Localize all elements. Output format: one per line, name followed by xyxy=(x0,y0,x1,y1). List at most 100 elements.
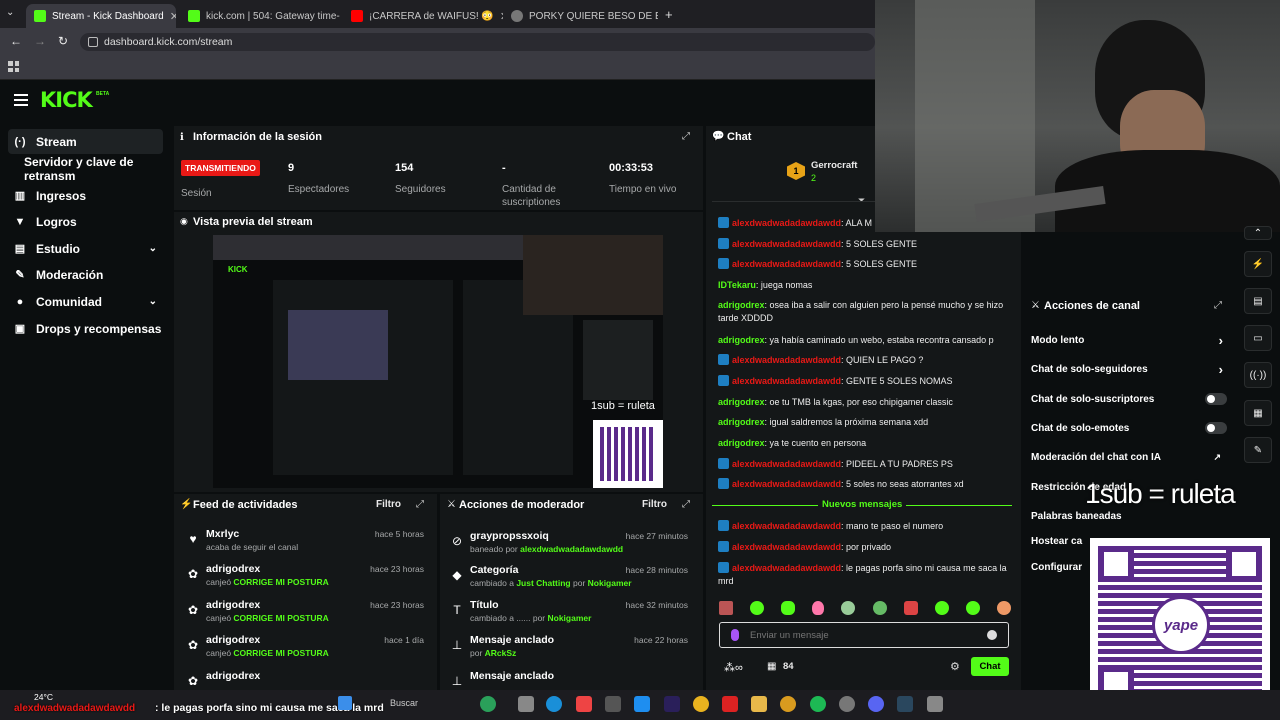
rail-button[interactable]: ⌃ xyxy=(1244,226,1272,240)
emoji-picker-icon[interactable] xyxy=(987,630,997,640)
back-icon[interactable]: ← xyxy=(10,34,22,48)
chat-username[interactable]: alexdwadwadadawdawdd xyxy=(732,459,841,469)
chat-username[interactable]: adrigodrex xyxy=(718,397,765,407)
emote-icon[interactable] xyxy=(965,601,980,615)
sidebar-item-drops[interactable]: ▣ Drops y recompensas xyxy=(8,316,178,341)
sidebar-item-comunidad[interactable]: ● Comunidad ⌄ xyxy=(8,289,163,314)
popout-icon[interactable]: ⤢ xyxy=(682,131,690,142)
sidebar-item-moderacion[interactable]: ✎ Moderación xyxy=(8,262,163,287)
emote-icon[interactable] xyxy=(996,601,1011,615)
emote-icon[interactable] xyxy=(903,601,918,615)
chat-username[interactable]: adrigodrex xyxy=(718,438,765,448)
menu-icon[interactable] xyxy=(14,94,28,106)
new-tab-button[interactable]: + xyxy=(665,7,673,22)
sidebar-item-logros[interactable]: ▼ Logros xyxy=(8,209,163,234)
browser-tab-kick-error[interactable]: kick.com | 504: Gateway time-o ✕ xyxy=(180,4,340,28)
chat-username[interactable]: alexdwadwadadawdawdd xyxy=(732,376,841,386)
steam-icon[interactable] xyxy=(897,696,913,712)
followers-only-row[interactable]: Chat de solo-seguidores › xyxy=(1031,362,1231,377)
popout-icon[interactable]: ⤢ xyxy=(682,499,690,510)
sidebar-item-stream[interactable]: (·) Stream xyxy=(8,129,163,154)
chrome-icon[interactable] xyxy=(693,696,709,712)
emote-icon[interactable] xyxy=(750,601,765,615)
subscribers-only-toggle[interactable] xyxy=(1205,393,1227,405)
file-explorer-icon[interactable] xyxy=(751,696,767,712)
chat-username[interactable]: alexdwadwadadawdawdd xyxy=(732,479,841,489)
chevron-down-icon[interactable]: ⌄ xyxy=(149,243,157,254)
mod-desc-user[interactable]: ARckSz xyxy=(485,648,517,658)
banned-words-row[interactable]: Palabras baneadas xyxy=(1031,511,1231,522)
kick-logo[interactable]: KICK xyxy=(40,88,93,112)
wrench-icon[interactable]: ✎ xyxy=(1244,437,1272,463)
chat-username[interactable]: alexdwadwadadawdawdd xyxy=(732,218,841,228)
send-chat-button[interactable]: Chat xyxy=(971,657,1009,676)
emote-icon[interactable] xyxy=(841,601,856,615)
weather-widget[interactable]: 24°C xyxy=(34,692,53,702)
chat-username[interactable]: alexdwadwadadawdawdd xyxy=(732,239,841,249)
taskbar-app-icon[interactable] xyxy=(518,696,534,712)
mod-desc-user[interactable]: Nokigamer xyxy=(548,613,592,623)
chat-username[interactable]: alexdwadwadadawdawdd xyxy=(732,542,841,552)
feed-filter-button[interactable]: Filtro xyxy=(376,499,401,510)
ai-moderation-row[interactable]: Moderación del chat con IA ↗ xyxy=(1031,452,1231,463)
chat-username[interactable]: alexdwadwadadawdawdd xyxy=(732,355,841,365)
browser-tab-porky[interactable]: PORKY QUIERE BESO DE EM ✕ xyxy=(503,4,658,28)
gear-icon[interactable]: ⚙ xyxy=(950,660,960,673)
feed-user[interactable]: adrigodrex xyxy=(206,670,260,682)
chat-bubble-icon[interactable]: ▭ xyxy=(1244,325,1272,351)
feed-user[interactable]: adrigodrex xyxy=(206,563,260,575)
url-input[interactable]: dashboard.kick.com/stream xyxy=(80,33,875,51)
emote-icon[interactable] xyxy=(719,601,733,615)
chat-username[interactable]: IDTekaru xyxy=(718,280,756,290)
popout-icon[interactable]: ⤢ xyxy=(1214,300,1222,311)
emote-icon[interactable] xyxy=(812,601,825,615)
sidebar-item-server-key[interactable]: Servidor y clave de retransm xyxy=(18,155,178,183)
mod-filter-button[interactable]: Filtro xyxy=(642,499,667,510)
reload-icon[interactable]: ↻ xyxy=(58,34,68,48)
emote-icon[interactable] xyxy=(872,601,887,615)
windows-start-icon[interactable] xyxy=(338,696,352,710)
mic-icon[interactable] xyxy=(731,629,739,641)
mod-desc-user[interactable]: alexdwadwadadawdawdd xyxy=(520,544,623,554)
mod-actions-icon[interactable]: ▦ xyxy=(1244,400,1272,426)
taskbar-app-icon[interactable] xyxy=(722,696,738,712)
taskbar-app-icon[interactable] xyxy=(480,696,496,712)
chat-username[interactable]: alexdwadwadadawdawdd xyxy=(732,521,841,531)
vscode-icon[interactable] xyxy=(634,696,650,712)
bolt-icon[interactable]: ⚡ xyxy=(1244,251,1272,277)
slow-mode-row[interactable]: Modo lento › xyxy=(1031,333,1231,348)
chevron-down-icon[interactable]: ⌄ xyxy=(149,296,157,307)
taskbar-app-icon[interactable] xyxy=(576,696,592,712)
popout-icon[interactable]: ⤢ xyxy=(416,499,424,510)
calculator-icon[interactable] xyxy=(927,696,943,712)
taskbar-search[interactable]: Buscar xyxy=(390,698,418,708)
broadcast-icon[interactable]: ((·)) xyxy=(1244,362,1272,388)
top-gifter-name[interactable]: Gerrocraft xyxy=(811,160,857,171)
sidebar-item-estudio[interactable]: ▤ Estudio ⌄ xyxy=(8,236,163,261)
feed-user[interactable]: adrigodrex xyxy=(206,599,260,611)
premiere-icon[interactable] xyxy=(664,696,680,712)
discord-icon[interactable] xyxy=(868,696,884,712)
edge-icon[interactable] xyxy=(546,696,562,712)
site-info-icon[interactable] xyxy=(88,37,98,47)
browser-tab-dashboard[interactable]: Stream - Kick Dashboard ✕ xyxy=(26,4,176,28)
taskbar-app-icon[interactable] xyxy=(605,696,621,712)
obs-icon[interactable] xyxy=(839,696,855,712)
stream-preview-video[interactable]: KICK 1sub = ruleta xyxy=(213,235,663,488)
chat-username[interactable]: adrigodrex xyxy=(718,417,765,427)
chrome-active-icon[interactable] xyxy=(780,696,796,712)
chat-username[interactable]: alexdwadwadadawdawdd xyxy=(732,563,841,573)
settings-users-icon[interactable]: ⁂∞ xyxy=(724,661,743,674)
spotify-icon[interactable] xyxy=(810,696,826,712)
close-icon[interactable]: ✕ xyxy=(170,10,176,23)
mod-desc-category[interactable]: Just Chatting xyxy=(516,578,570,588)
chat-message-input[interactable] xyxy=(750,626,970,644)
forward-icon[interactable]: → xyxy=(34,34,46,48)
chat-username[interactable]: alexdwadwadadawdawdd xyxy=(732,259,841,269)
feed-user[interactable]: adrigodrex xyxy=(206,634,260,646)
chat-username[interactable]: adrigodrex xyxy=(718,335,765,345)
chat-username[interactable]: adrigodrex xyxy=(718,300,765,310)
apps-grid-icon[interactable] xyxy=(8,61,19,72)
emotes-only-toggle[interactable] xyxy=(1205,422,1227,434)
emote-icon[interactable] xyxy=(781,601,796,615)
